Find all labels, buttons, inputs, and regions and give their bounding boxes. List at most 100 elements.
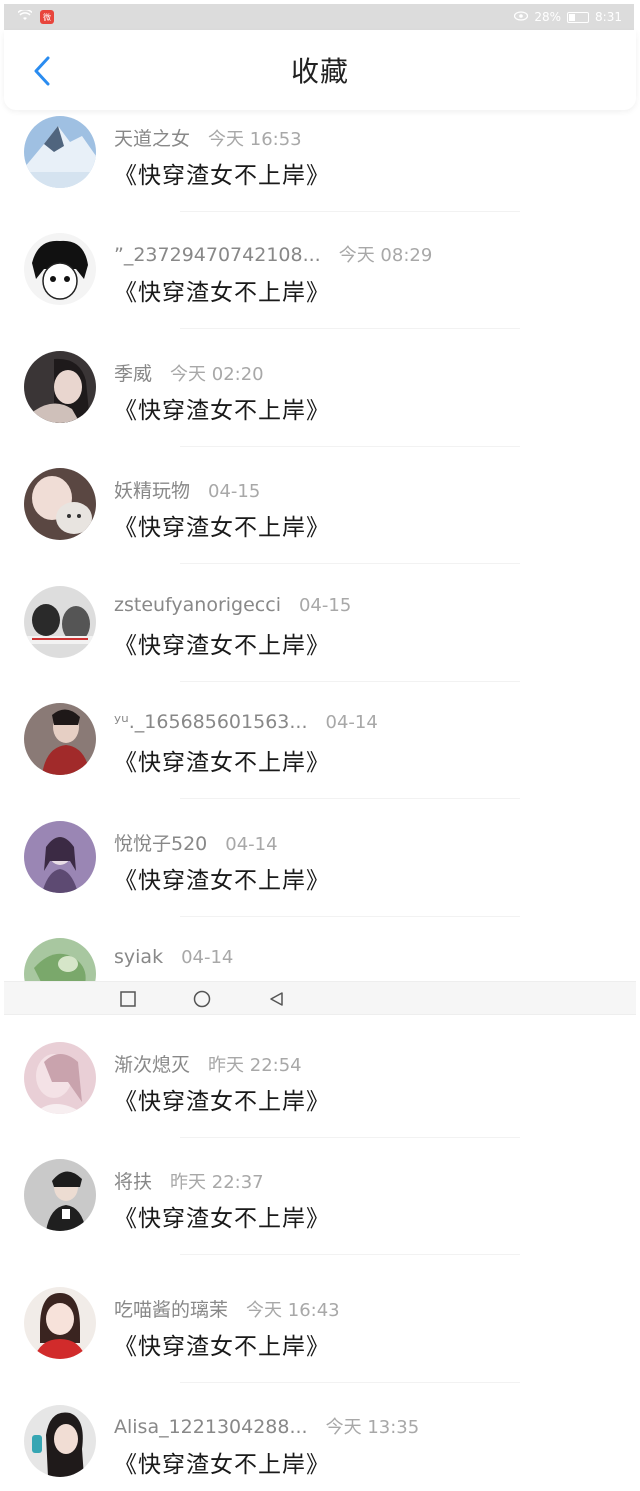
timestamp: 今天 16:43 xyxy=(246,1300,340,1321)
user-name[interactable]: 渐次熄灭 xyxy=(114,1050,190,1077)
user-name[interactable]: 吃喵酱的璃茉 xyxy=(114,1295,228,1322)
recent-apps-button[interactable] xyxy=(117,988,139,1010)
user-name[interactable]: syiak xyxy=(114,946,163,968)
divider xyxy=(180,798,520,799)
divider xyxy=(180,681,520,682)
avatar xyxy=(24,1405,96,1477)
timestamp: 04-14 xyxy=(181,947,234,968)
user-name[interactable]: 悅悅子520 xyxy=(114,829,207,856)
user-name[interactable]: 将扶 xyxy=(114,1167,152,1194)
list-item[interactable]: 天道之女 今天 16:53 《快穿渣女不上岸》 xyxy=(0,116,640,233)
avatar xyxy=(24,586,96,658)
system-nav-bar xyxy=(4,981,636,1015)
square-icon xyxy=(120,991,136,1007)
item-header: syiak 04-14 xyxy=(114,946,233,968)
triangle-back-icon xyxy=(270,992,283,1006)
list-item[interactable]: 将扶 昨天 22:37 《快穿渣女不上岸》 xyxy=(0,1159,640,1276)
user-name[interactable]: 天道之女 xyxy=(114,124,190,151)
avatar xyxy=(24,116,96,188)
avatar xyxy=(24,1042,96,1114)
header: 收藏 xyxy=(4,30,636,110)
book-title[interactable]: 《快穿渣女不上岸》 xyxy=(114,1327,330,1361)
book-title[interactable]: 《快穿渣女不上岸》 xyxy=(114,156,330,190)
list-item[interactable]: 季威 今天 02:20 《快穿渣女不上岸》 xyxy=(0,351,640,468)
item-header: 天道之女 今天 16:53 xyxy=(114,124,302,151)
list-item[interactable]: Alisa_1221304288... 今天 13:35 《快穿渣女不上岸》 xyxy=(0,1405,640,1491)
battery-icon xyxy=(567,11,590,23)
timestamp: 04-15 xyxy=(298,595,352,616)
divider xyxy=(180,916,520,917)
item-header: ʸᵘ._165685601563... 04-14 xyxy=(114,711,378,733)
book-title[interactable]: 《快穿渣女不上岸》 xyxy=(114,391,330,425)
timestamp: 04-14 xyxy=(325,712,378,733)
avatar xyxy=(24,703,96,775)
circle-icon xyxy=(193,990,211,1008)
item-header: 悅悅子520 04-14 xyxy=(114,829,278,856)
divider xyxy=(180,446,520,447)
avatar xyxy=(24,821,96,893)
divider xyxy=(180,1137,520,1138)
timestamp: 昨天 22:37 xyxy=(170,1172,264,1193)
item-header: 渐次熄灭 昨天 22:54 xyxy=(114,1050,302,1077)
app-notification-icon: 微 xyxy=(40,10,54,24)
book-title[interactable]: 《快穿渣女不上岸》 xyxy=(114,626,330,660)
book-title[interactable]: 《快穿渣女不上岸》 xyxy=(114,1082,330,1116)
chevron-left-icon xyxy=(34,56,50,86)
user-name[interactable]: ”_23729470742108... xyxy=(114,244,321,266)
avatar xyxy=(24,351,96,423)
item-header: 妖精玩物 04-15 xyxy=(114,476,260,503)
book-title[interactable]: 《快穿渣女不上岸》 xyxy=(114,273,330,307)
list-item[interactable]: ʸᵘ._165685601563... 04-14 《快穿渣女不上岸》 xyxy=(0,703,640,820)
user-name[interactable]: 季威 xyxy=(114,359,152,386)
list-item[interactable]: syiak 04-14 xyxy=(0,938,640,981)
list-item[interactable]: zsteufyanorigecci 04-15 《快穿渣女不上岸》 xyxy=(0,586,640,703)
divider xyxy=(180,563,520,564)
avatar xyxy=(24,1287,96,1359)
list-item[interactable]: 妖精玩物 04-15 《快穿渣女不上岸》 xyxy=(0,468,640,585)
book-title[interactable]: 《快穿渣女不上岸》 xyxy=(114,508,330,542)
wifi-icon xyxy=(17,8,33,24)
timestamp: 今天 13:35 xyxy=(325,1417,420,1438)
book-title[interactable]: 《快穿渣女不上岸》 xyxy=(114,1199,330,1233)
back-button[interactable] xyxy=(30,56,54,86)
battery-percent: 28% xyxy=(534,10,562,24)
timestamp: 今天 08:29 xyxy=(338,245,433,266)
list-item[interactable]: 悅悅子520 04-14 《快穿渣女不上岸》 xyxy=(0,821,640,938)
avatar xyxy=(24,468,96,540)
home-button[interactable] xyxy=(191,988,213,1010)
user-name[interactable]: zsteufyanorigecci xyxy=(114,594,281,616)
book-title[interactable]: 《快穿渣女不上岸》 xyxy=(114,743,330,777)
timestamp: 04-14 xyxy=(225,834,278,855)
divider xyxy=(180,328,520,329)
divider xyxy=(180,1254,520,1255)
page-title: 收藏 xyxy=(290,55,349,88)
user-name[interactable]: ʸᵘ._165685601563... xyxy=(114,711,308,733)
timestamp: 今天 16:53 xyxy=(208,129,302,150)
item-header: Alisa_1221304288... 今天 13:35 xyxy=(114,1413,419,1439)
list-item[interactable]: 渐次熄灭 昨天 22:54 《快穿渣女不上岸》 xyxy=(0,1042,640,1159)
status-left: 微 xyxy=(17,8,54,24)
item-header: zsteufyanorigecci 04-15 xyxy=(114,594,351,616)
avatar xyxy=(24,1159,96,1231)
system-back-button[interactable] xyxy=(265,988,287,1010)
divider xyxy=(180,1382,520,1383)
avatar xyxy=(24,938,96,981)
clock: 8:31 xyxy=(595,10,622,24)
status-right: 28% 8:31 xyxy=(514,10,622,24)
item-header: 吃喵酱的璃茉 今天 16:43 xyxy=(114,1295,340,1322)
user-name[interactable]: Alisa_1221304288... xyxy=(114,1416,308,1438)
item-header: 季威 今天 02:20 xyxy=(114,359,264,386)
timestamp: 今天 02:20 xyxy=(170,364,264,385)
item-header: ”_23729470742108... 今天 08:29 xyxy=(114,241,432,267)
list-item[interactable]: 吃喵酱的璃茉 今天 16:43 《快穿渣女不上岸》 xyxy=(0,1287,640,1404)
user-name[interactable]: 妖精玩物 xyxy=(114,476,190,503)
list-item[interactable]: ”_23729470742108... 今天 08:29 《快穿渣女不上岸》 xyxy=(0,233,640,350)
avatar xyxy=(24,233,96,305)
book-title[interactable]: 《快穿渣女不上岸》 xyxy=(114,861,330,895)
status-bar: 微 28% 8:31 xyxy=(4,4,634,30)
book-title[interactable]: 《快穿渣女不上岸》 xyxy=(114,1445,330,1479)
divider xyxy=(180,211,520,212)
item-header: 将扶 昨天 22:37 xyxy=(114,1167,264,1194)
timestamp: 04-15 xyxy=(208,481,261,502)
eye-icon xyxy=(514,10,529,24)
